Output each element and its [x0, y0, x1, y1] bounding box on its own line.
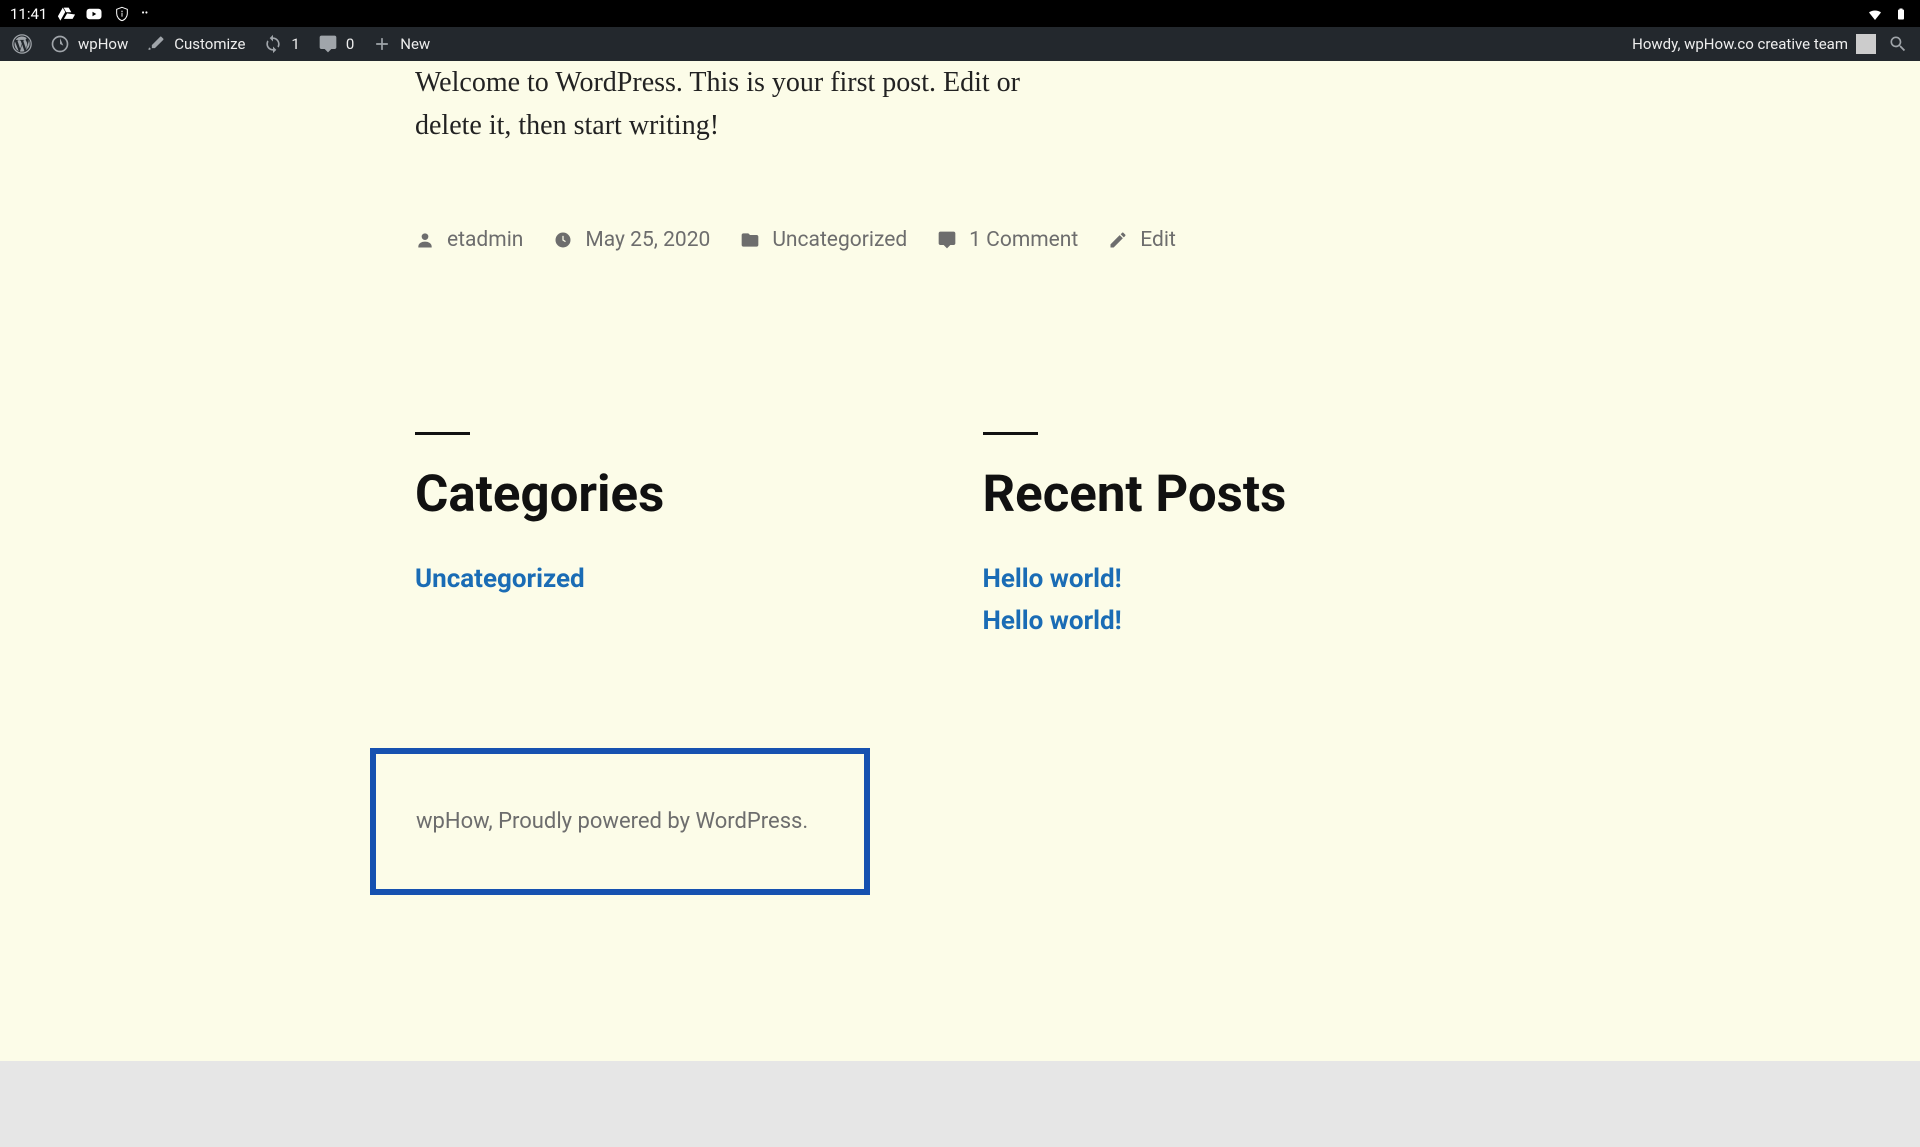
updates-icon [263, 34, 283, 54]
wifi-icon [1866, 5, 1884, 23]
meta-date: May 25, 2020 [553, 228, 710, 252]
recent-post-link[interactable]: Hello world! [983, 564, 1511, 594]
status-time: 11:41 [10, 5, 47, 23]
comment-icon [318, 34, 338, 54]
howdy-label: Howdy, wpHow.co creative team [1632, 35, 1848, 53]
shield-info-icon [113, 5, 131, 23]
dashboard-icon [50, 34, 70, 54]
post-content: Welcome to WordPress. This is your first… [415, 61, 1075, 148]
post-meta: etadmin May 25, 2020 Uncategorized 1 Com… [415, 228, 1510, 252]
site-name-label: wpHow [78, 35, 128, 53]
howdy-button[interactable]: Howdy, wpHow.co creative team [1632, 34, 1876, 54]
categories-title: Categories [415, 465, 943, 524]
site-name-button[interactable]: wpHow [50, 34, 128, 54]
youtube-icon [85, 5, 103, 23]
meta-author: etadmin [415, 228, 523, 252]
user-avatar [1856, 34, 1876, 54]
wp-admin-bar: wpHow Customize 1 0 New [0, 27, 1920, 61]
updates-count: 1 [291, 35, 299, 53]
wp-bar-left: wpHow Customize 1 0 New [12, 34, 430, 54]
brush-icon [146, 34, 166, 54]
customize-button[interactable]: Customize [146, 34, 245, 54]
category-link[interactable]: Uncategorized [772, 228, 907, 252]
search-icon [1888, 34, 1908, 54]
folder-icon [740, 230, 760, 250]
recent-posts-widget: Recent Posts Hello world! Hello world! [983, 432, 1511, 648]
content-wrapper: Welcome to WordPress. This is your first… [370, 61, 1550, 895]
meta-comment: 1 Comment [937, 228, 1078, 252]
date-text: May 25, 2020 [585, 228, 710, 252]
status-bar-right [1866, 5, 1910, 23]
customize-label: Customize [174, 35, 245, 53]
categories-widget: Categories Uncategorized [415, 432, 943, 648]
bottom-bar [0, 1061, 1920, 1101]
widget-title-border [983, 432, 1038, 435]
person-icon [415, 230, 435, 250]
search-button[interactable] [1888, 34, 1908, 54]
widget-title-border [415, 432, 470, 435]
wp-logo-button[interactable] [12, 34, 32, 54]
comment-meta-icon [937, 230, 957, 250]
footer-credit-box: wpHow, Proudly powered by WordPress. [370, 748, 870, 895]
category-item-link[interactable]: Uncategorized [415, 564, 943, 594]
page-content: Welcome to WordPress. This is your first… [0, 61, 1920, 1061]
recent-posts-title: Recent Posts [983, 465, 1511, 524]
wordpress-logo-icon [12, 34, 32, 54]
author-link[interactable]: etadmin [447, 228, 523, 252]
meta-category: Uncategorized [740, 228, 907, 252]
comment-link[interactable]: 1 Comment [969, 228, 1078, 252]
clock-icon [553, 230, 573, 250]
new-label: New [400, 35, 430, 53]
footer-credit: wpHow, Proudly powered by WordPress. [416, 809, 824, 834]
plus-icon [372, 34, 392, 54]
updates-button[interactable]: 1 [263, 34, 299, 54]
recent-post-link[interactable]: Hello world! [983, 606, 1511, 636]
footer-widgets: Categories Uncategorized Recent Posts He… [415, 432, 1510, 648]
device-status-bar: 11:41 •• [0, 0, 1920, 27]
status-dots: •• [141, 8, 148, 19]
edit-link[interactable]: Edit [1140, 228, 1176, 252]
comments-count: 0 [346, 35, 354, 53]
battery-icon [1892, 5, 1910, 23]
comments-button[interactable]: 0 [318, 34, 354, 54]
drive-icon [57, 5, 75, 23]
wp-bar-right: Howdy, wpHow.co creative team [1632, 34, 1908, 54]
meta-edit: Edit [1108, 228, 1176, 252]
status-bar-left: 11:41 •• [10, 5, 148, 23]
new-button[interactable]: New [372, 34, 430, 54]
pencil-icon [1108, 230, 1128, 250]
